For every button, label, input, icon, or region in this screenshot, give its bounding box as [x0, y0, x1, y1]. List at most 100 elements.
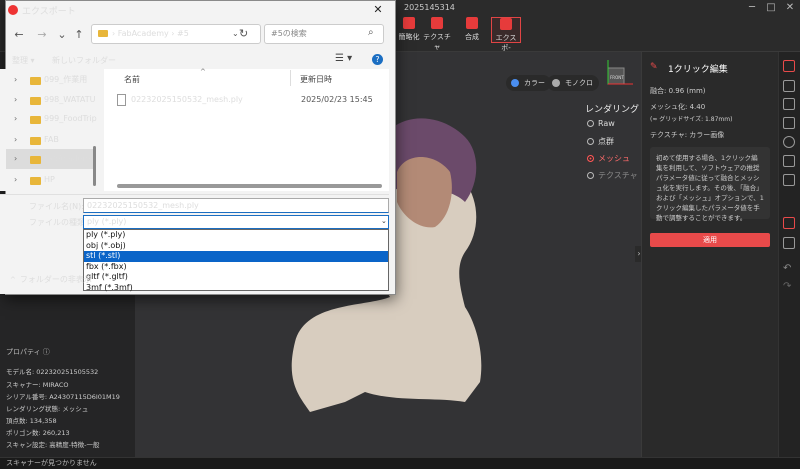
filetype-option-ply[interactable]: ply (*.ply)	[84, 230, 388, 241]
copy-tool-icon[interactable]	[783, 217, 795, 229]
cut-tool-icon[interactable]	[783, 155, 795, 167]
view-options-button[interactable]: ☰ ▾	[335, 53, 352, 64]
column-name[interactable]: 名前	[124, 74, 140, 85]
chevron-down-icon[interactable]: ⌄	[381, 217, 387, 225]
nav-folder-selected[interactable]: › FabAcademy	[6, 149, 95, 169]
rendering-title: レンダリング	[585, 105, 640, 115]
select-tool-icon[interactable]	[783, 60, 795, 72]
refresh-icon[interactable]: ↻	[239, 27, 248, 40]
folder-icon	[30, 156, 41, 164]
filetype-option-fbx[interactable]: fbx (*.fbx)	[84, 262, 388, 273]
hide-folders-button[interactable]: ^ フォルダーの非表示	[10, 274, 92, 285]
prop-scanner: スキャナー: MIRACO	[6, 381, 69, 389]
brush-tool-icon[interactable]	[783, 117, 795, 129]
prop-serial: シリアル番号: A24307115D6I01M19	[6, 393, 120, 401]
help-icon[interactable]: ?	[372, 54, 383, 65]
person-tool-icon[interactable]	[783, 237, 795, 249]
folder-icon	[30, 77, 41, 85]
app-icon	[8, 5, 18, 15]
chevron-right-icon: ›	[14, 175, 18, 184]
forward-icon[interactable]: →	[36, 28, 48, 42]
recent-dropdown-icon[interactable]: ⌄	[56, 28, 68, 42]
nav-folder[interactable]: › HP	[14, 170, 94, 190]
status-bar: スキャナーが見つかりません	[0, 457, 800, 469]
prop-render-state: レンダリング状態: メッシュ	[6, 405, 89, 413]
radio-icon	[587, 172, 594, 179]
chevron-right-icon: ›	[14, 95, 18, 104]
file-date: 2025/02/23 15:45	[301, 95, 373, 104]
render-texture[interactable]: テクスチャ	[587, 170, 638, 181]
render-pointcloud[interactable]: 点群	[587, 136, 614, 147]
render-raw[interactable]: Raw	[587, 119, 615, 128]
nav-folder[interactable]: › FAB	[14, 130, 94, 150]
mesh-value: メッシュ化: 4.40	[650, 103, 706, 111]
horizontal-scrollbar[interactable]	[117, 184, 382, 188]
filetype-option-gltf[interactable]: gltf (*.gltf)	[84, 272, 388, 283]
prop-polygons: ポリゴン数: 260,213	[6, 429, 70, 437]
minimize-icon[interactable]: ─	[744, 2, 760, 14]
search-icon[interactable]: ⌕	[368, 27, 374, 38]
chevron-right-icon: ›	[14, 154, 18, 163]
tool-export[interactable]: エクスポ-	[491, 17, 521, 52]
nav-folder[interactable]: › 099_作業用	[14, 70, 94, 90]
redo-icon[interactable]: ↷	[783, 281, 791, 292]
address-dropdown-icon[interactable]: ⌄	[232, 29, 239, 38]
invert-tool-icon[interactable]	[783, 174, 795, 186]
chevron-up-icon: ^	[10, 276, 16, 284]
one-click-edit-title: 1クリック編集	[668, 65, 728, 75]
chevron-right-icon: ›	[14, 75, 18, 84]
axis-cube-icon[interactable]: FRONT	[601, 58, 635, 92]
tool-texture[interactable]: テクスチャ	[421, 17, 453, 51]
right-panel	[641, 52, 778, 457]
texture-value: テクスチャ: カラー画像	[650, 131, 725, 139]
maximize-icon[interactable]: □	[763, 2, 779, 14]
search-input[interactable]: #5の検索	[264, 24, 384, 44]
mono-mode-icon	[552, 79, 560, 87]
filename-input[interactable]: 02232025150532_mesh.ply	[83, 198, 389, 213]
mode-mono-button[interactable]: モノクロ	[547, 75, 599, 91]
close-app-icon[interactable]: ✕	[782, 2, 798, 14]
rect-tool-icon[interactable]	[783, 80, 795, 92]
nav-scrollbar[interactable]	[93, 146, 96, 186]
dialog-title: エクスポート	[22, 7, 76, 17]
nav-folder[interactable]: › 998_WATATU	[14, 90, 95, 110]
prop-model-name: モデル名: 022320251505532	[6, 368, 99, 376]
filetype-select[interactable]: ply (*.ply)	[83, 215, 389, 229]
up-folder-icon[interactable]: ↑	[73, 28, 85, 42]
wand-icon: ✎	[650, 62, 658, 72]
folder-icon	[30, 137, 41, 145]
merge-icon	[466, 17, 478, 29]
prop-vertices: 頂点数: 134,358	[6, 417, 57, 425]
organize-button[interactable]: 整理 ▾	[12, 55, 35, 66]
undo-icon[interactable]: ↶	[783, 263, 791, 274]
folder-icon	[30, 177, 41, 185]
nav-folder[interactable]: › 999_FoodTrip	[14, 109, 97, 129]
tool-merge[interactable]: 合成	[456, 17, 488, 43]
sphere-tool-icon[interactable]	[783, 136, 795, 148]
export-icon	[500, 18, 512, 30]
color-mode-icon	[511, 79, 519, 87]
dialog-close-button[interactable]: ✕	[370, 2, 386, 18]
radio-selected-icon	[587, 155, 594, 162]
column-divider[interactable]	[290, 70, 291, 86]
radio-icon	[587, 120, 594, 127]
new-folder-button[interactable]: 新しいフォルダー	[52, 55, 116, 66]
filetype-option-obj[interactable]: obj (*.obj)	[84, 241, 388, 252]
column-date[interactable]: 更新日時	[300, 74, 332, 85]
apply-button[interactable]: 適用	[650, 233, 770, 247]
file-list	[104, 69, 389, 191]
filetype-option-stl[interactable]: stl (*.stl)	[84, 251, 388, 262]
axis-label: FRONT	[610, 75, 624, 80]
file-icon	[117, 94, 126, 106]
render-mesh[interactable]: メッシュ	[587, 153, 630, 164]
app-title: 2025145314	[404, 3, 455, 12]
filetype-option-3mf[interactable]: 3mf (*.3mf)	[84, 283, 388, 292]
mode-color-button[interactable]: カラー	[506, 75, 551, 91]
folder-icon	[98, 30, 108, 37]
properties-title: プロパティ ⓘ	[6, 348, 50, 356]
lasso-tool-icon[interactable]	[783, 98, 795, 110]
back-icon[interactable]: ←	[13, 28, 25, 42]
sort-ascending-icon: ^	[200, 68, 206, 76]
fusion-value: 融合: 0.96 (mm)	[650, 87, 706, 95]
chevron-right-icon: ›	[14, 135, 18, 144]
